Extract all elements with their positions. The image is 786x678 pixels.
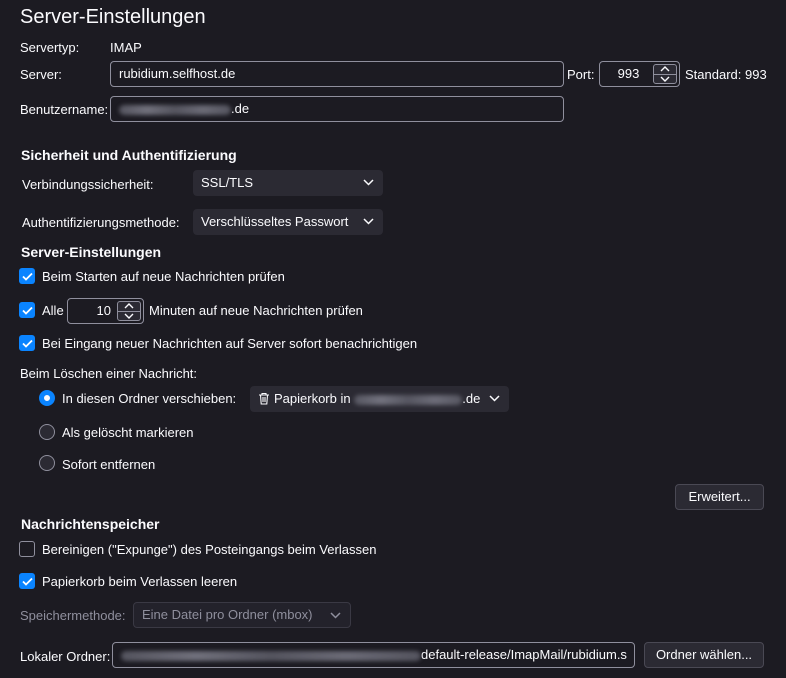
- storage-heading: Nachrichtenspeicher: [21, 516, 160, 532]
- delete-label: Beim Löschen einer Nachricht:: [20, 366, 198, 381]
- checkmark-icon: [21, 577, 33, 586]
- server-settings-heading: Server-Einstellungen: [21, 244, 162, 260]
- trash-folder-redacted: [354, 394, 463, 405]
- security-heading: Sicherheit und Authentifizierung: [21, 147, 237, 163]
- storage-method-label: Speichermethode:: [20, 608, 126, 623]
- empty-trash-label: Papierkorb beim Verlassen leeren: [42, 574, 238, 589]
- spin-down-icon[interactable]: [118, 310, 140, 321]
- server-type-value: IMAP: [110, 40, 142, 55]
- advanced-button[interactable]: Erweitert...: [675, 484, 764, 510]
- check-every-suffix: Minuten auf neue Nachrichten prüfen: [149, 303, 363, 318]
- check-interval-input[interactable]: 10: [67, 298, 144, 324]
- expunge-label: Bereinigen ("Expunge") des Posteingangs …: [42, 542, 377, 557]
- delete-remove-radio[interactable]: [39, 455, 55, 471]
- storage-method-value: Eine Datei pro Ordner (mbox): [142, 607, 313, 622]
- notify-label: Bei Eingang neuer Nachrichten auf Server…: [42, 336, 418, 351]
- chevron-down-icon: [363, 218, 374, 225]
- port-standard-label: Standard: 993: [685, 67, 767, 82]
- port-input-value: 993: [617, 66, 640, 81]
- local-folder-redacted: [121, 650, 421, 661]
- spin-up-icon[interactable]: [654, 65, 676, 74]
- delete-move-label: In diesen Ordner verschieben:: [62, 391, 237, 406]
- server-type-label: Servertyp:: [20, 40, 80, 55]
- expunge-checkbox[interactable]: [19, 541, 35, 557]
- spin-down-icon[interactable]: [654, 73, 676, 84]
- empty-trash-checkbox[interactable]: [19, 573, 35, 589]
- delete-move-radio[interactable]: [39, 390, 55, 406]
- spin-up-icon[interactable]: [118, 302, 140, 311]
- choose-folder-button[interactable]: Ordner wählen...: [644, 642, 764, 668]
- checkmark-icon: [21, 339, 33, 348]
- local-folder-label: Lokaler Ordner:: [20, 649, 111, 664]
- auth-method-select[interactable]: Verschlüsseltes Passwort: [193, 209, 383, 235]
- connection-security-select[interactable]: SSL/TLS: [193, 170, 383, 196]
- delete-mark-radio[interactable]: [39, 424, 55, 440]
- check-interval-value: 10: [96, 303, 111, 318]
- username-input[interactable]: .de: [110, 96, 564, 122]
- local-folder-input[interactable]: default-release/ImapMail/rubidium.s: [112, 642, 635, 668]
- server-input-value: rubidium.selfhost.de: [119, 66, 236, 81]
- trash-folder-prefix: Papierkorb in: [274, 391, 351, 406]
- server-input[interactable]: rubidium.selfhost.de: [110, 61, 564, 87]
- notify-checkbox[interactable]: [19, 335, 35, 351]
- port-label: Port:: [567, 67, 595, 82]
- check-interval-spinner[interactable]: [117, 301, 141, 321]
- connection-security-value: SSL/TLS: [201, 175, 254, 190]
- checkmark-icon: [21, 306, 33, 315]
- username-redacted: [119, 104, 231, 115]
- username-suffix: .de: [231, 101, 250, 116]
- server-label: Server:: [20, 67, 62, 82]
- connection-security-label: Verbindungssicherheit:: [22, 177, 154, 192]
- check-every-checkbox[interactable]: [19, 302, 35, 318]
- trash-folder-suffix: .de: [462, 391, 481, 406]
- check-on-start-checkbox[interactable]: [19, 268, 35, 284]
- chevron-down-icon: [330, 612, 341, 619]
- storage-method-select[interactable]: Eine Datei pro Ordner (mbox): [133, 602, 351, 628]
- port-spinner[interactable]: [653, 64, 677, 84]
- port-input[interactable]: 993: [599, 61, 680, 87]
- trash-icon: [259, 392, 269, 405]
- chevron-down-icon: [489, 395, 500, 402]
- check-every-prefix: Alle: [42, 303, 64, 318]
- page-title: Server-Einstellungen: [20, 6, 206, 28]
- delete-remove-label: Sofort entfernen: [62, 457, 156, 472]
- checkmark-icon: [21, 272, 33, 281]
- check-on-start-label: Beim Starten auf neue Nachrichten prüfen: [42, 269, 285, 284]
- chevron-down-icon: [363, 179, 374, 186]
- delete-mark-label: Als gelöscht markieren: [62, 425, 194, 440]
- username-label: Benutzername:: [20, 102, 109, 117]
- auth-method-label: Authentifizierungsmethode:: [22, 215, 180, 230]
- trash-folder-select[interactable]: Papierkorb in .de: [250, 386, 509, 412]
- local-folder-suffix: default-release/ImapMail/rubidium.s: [421, 647, 627, 662]
- auth-method-value: Verschlüsseltes Passwort: [201, 214, 349, 229]
